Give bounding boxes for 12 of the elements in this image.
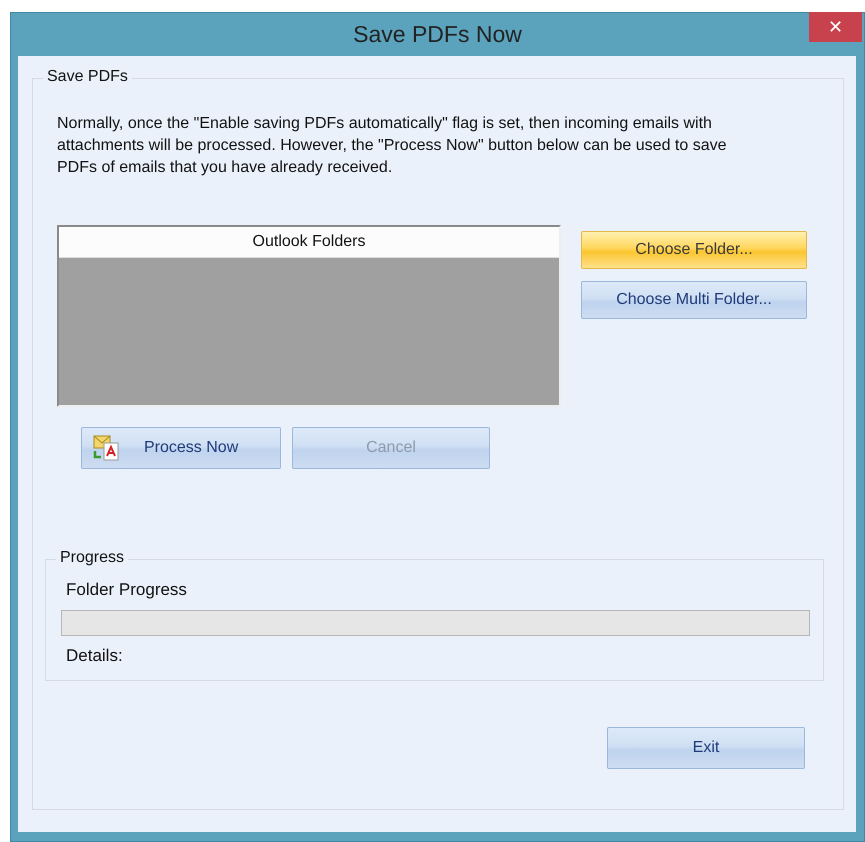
choose-folder-button[interactable]: Choose Folder... xyxy=(581,231,807,269)
exit-button[interactable]: Exit xyxy=(607,727,805,769)
group-title: Progress xyxy=(56,549,128,567)
description-text: Normally, once the "Enable saving PDFs automatically" flag is set, then incoming emails with attachments will be processed. However, the "Process Now" button below can be used to save PDFs of emails that you have already received. xyxy=(57,114,728,178)
column-header[interactable]: Outlook Folders xyxy=(59,227,559,258)
folder-list[interactable]: Outlook Folders xyxy=(57,225,561,407)
process-button[interactable]: Process Now xyxy=(81,427,281,469)
window-title: Save PDFs Now xyxy=(353,21,522,48)
close-button[interactable]: ✕ xyxy=(809,12,862,42)
folder-progress-label: Folder Progress xyxy=(66,580,187,599)
details-label: Details: xyxy=(66,646,123,666)
choose-folder-button[interactable]: Choose Multi Folder... xyxy=(581,281,807,319)
